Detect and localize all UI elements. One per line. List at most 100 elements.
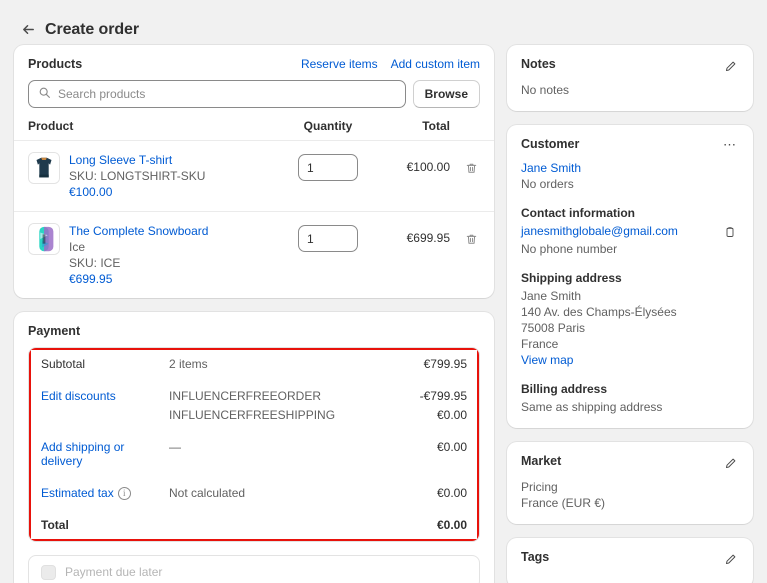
market-title: Market [521, 454, 561, 468]
billing-address-value: Same as shipping address [521, 399, 739, 415]
customer-orders: No orders [521, 176, 739, 192]
total-label: Total [41, 518, 169, 532]
browse-button[interactable]: Browse [413, 80, 480, 108]
shipping-amount: €0.00 [375, 440, 467, 454]
delete-cell [450, 223, 480, 248]
shipping-address-heading: Shipping address [521, 271, 739, 285]
products-card: Products Reserve items Add custom item B… [14, 45, 494, 298]
add-shipping-link[interactable]: Add shipping or delivery [41, 440, 169, 468]
info-icon[interactable]: i [118, 487, 131, 500]
arrow-left-icon[interactable] [20, 22, 36, 38]
pencil-icon[interactable] [721, 454, 739, 472]
notes-header: Notes [521, 57, 739, 75]
payment-card-header: Payment [14, 312, 494, 347]
tax-amount: €0.00 [375, 486, 467, 500]
market-card: Market Pricing France (EUR €) [507, 442, 753, 524]
column-header-total: Total [378, 119, 450, 133]
product-name-link[interactable]: Long Sleeve T-shirt [69, 153, 205, 168]
shipping-address-line: France [521, 336, 739, 352]
reserve-items-link[interactable]: Reserve items [301, 57, 378, 71]
shipping-row: Add shipping or delivery — €0.00 [29, 431, 479, 477]
view-map-link[interactable]: View map [521, 352, 739, 368]
discount-amount: €0.00 [375, 408, 467, 422]
tax-detail: Not calculated [169, 486, 375, 500]
shipping-address-line: 75008 Paris [521, 320, 739, 336]
product-variant: Ice [69, 240, 208, 255]
customer-phone: No phone number [521, 241, 739, 257]
contact-information-heading: Contact information [521, 206, 739, 220]
line-total: €699.95 [378, 223, 450, 245]
search-input[interactable] [58, 87, 396, 101]
subtotal-label: Subtotal [41, 357, 169, 371]
shipping-address-line: 140 Av. des Champs-Élysées [521, 304, 739, 320]
estimated-tax-link[interactable]: Estimated tax [41, 486, 114, 500]
product-sku: SKU: ICE [69, 256, 208, 271]
sidebar: Notes No notes Customer ⋯ Jane Smith No … [507, 45, 753, 583]
market-header: Market [521, 454, 739, 472]
total-amount: €0.00 [375, 518, 467, 532]
payment-due-later-row[interactable]: Payment due later [28, 555, 480, 583]
customer-title: Customer [521, 137, 579, 151]
discount-amount: -€799.95 [375, 389, 467, 403]
subtotal-detail: 2 items [169, 357, 375, 371]
page-title: Create order [45, 21, 139, 39]
pencil-icon[interactable] [721, 550, 739, 568]
quantity-input[interactable] [298, 225, 358, 252]
product-unit-price[interactable]: €699.95 [69, 272, 208, 287]
notes-title: Notes [521, 57, 556, 71]
shipping-detail: — [169, 440, 375, 454]
customer-name-link[interactable]: Jane Smith [521, 160, 739, 176]
products-header-links: Reserve items Add custom item [301, 57, 480, 71]
discount-code: INFLUENCERFREEORDER [169, 389, 375, 403]
customer-email-row: janesmithglobale@gmail.com [521, 223, 739, 241]
product-cell: Long Sleeve T-shirt SKU: LONGTSHIRT-SKU … [28, 152, 278, 200]
trash-icon[interactable] [462, 230, 480, 248]
product-name-link[interactable]: The Complete Snowboard [69, 224, 208, 239]
table-row: Long Sleeve T-shirt SKU: LONGTSHIRT-SKU … [14, 141, 494, 212]
customer-header: Customer ⋯ [521, 137, 739, 153]
products-table-header: Product Quantity Total [14, 119, 494, 141]
trash-icon[interactable] [462, 159, 480, 177]
payment-card: Payment Subtotal 2 items €799.95 Edit di… [14, 312, 494, 583]
estimated-tax-cell[interactable]: Estimated tax i [41, 486, 169, 500]
payment-due-later-checkbox[interactable] [41, 565, 56, 580]
product-info: The Complete Snowboard Ice SKU: ICE €699… [69, 223, 208, 287]
payment-due-later-label: Payment due later [65, 565, 162, 579]
products-title: Products [28, 57, 82, 71]
shipping-address-line: Jane Smith [521, 288, 739, 304]
search-icon [38, 86, 51, 102]
billing-address-heading: Billing address [521, 382, 739, 396]
search-products-box[interactable] [28, 80, 406, 108]
add-custom-item-link[interactable]: Add custom item [391, 57, 480, 71]
customer-card: Customer ⋯ Jane Smith No orders Contact … [507, 125, 753, 428]
quantity-input[interactable] [298, 154, 358, 181]
customer-email-link[interactable]: janesmithglobale@gmail.com [521, 223, 678, 239]
discount-code: INFLUENCERFREESHIPPING [169, 408, 375, 422]
payment-summary-table: Subtotal 2 items €799.95 Edit discounts … [28, 347, 480, 542]
clipboard-icon[interactable] [721, 223, 739, 241]
delete-cell [450, 152, 480, 177]
ellipsis-icon[interactable]: ⋯ [721, 137, 739, 153]
market-pricing-value: France (EUR €) [521, 495, 739, 511]
product-search-row: Browse [14, 71, 494, 119]
payment-title: Payment [28, 324, 480, 338]
tags-header: Tags [521, 550, 739, 568]
line-total: €100.00 [378, 152, 450, 174]
tax-row: Estimated tax i Not calculated €0.00 [29, 477, 479, 509]
discounts-row: Edit discounts INFLUENCERFREEORDER INFLU… [29, 380, 479, 431]
quantity-cell [278, 223, 378, 252]
notes-card: Notes No notes [507, 45, 753, 111]
product-thumbnail-snowboard [28, 223, 60, 255]
subtotal-amount: €799.95 [375, 357, 467, 371]
page-layout: Products Reserve items Add custom item B… [0, 45, 767, 583]
product-cell: The Complete Snowboard Ice SKU: ICE €699… [28, 223, 278, 287]
notes-body: No notes [521, 82, 739, 98]
table-row: The Complete Snowboard Ice SKU: ICE €699… [14, 212, 494, 298]
page-header: Create order [0, 0, 767, 45]
pencil-icon[interactable] [721, 57, 739, 75]
column-header-product: Product [28, 119, 278, 133]
product-sku: SKU: LONGTSHIRT-SKU [69, 169, 205, 184]
product-unit-price[interactable]: €100.00 [69, 185, 205, 200]
edit-discounts-link[interactable]: Edit discounts [41, 389, 169, 403]
product-info: Long Sleeve T-shirt SKU: LONGTSHIRT-SKU … [69, 152, 205, 200]
